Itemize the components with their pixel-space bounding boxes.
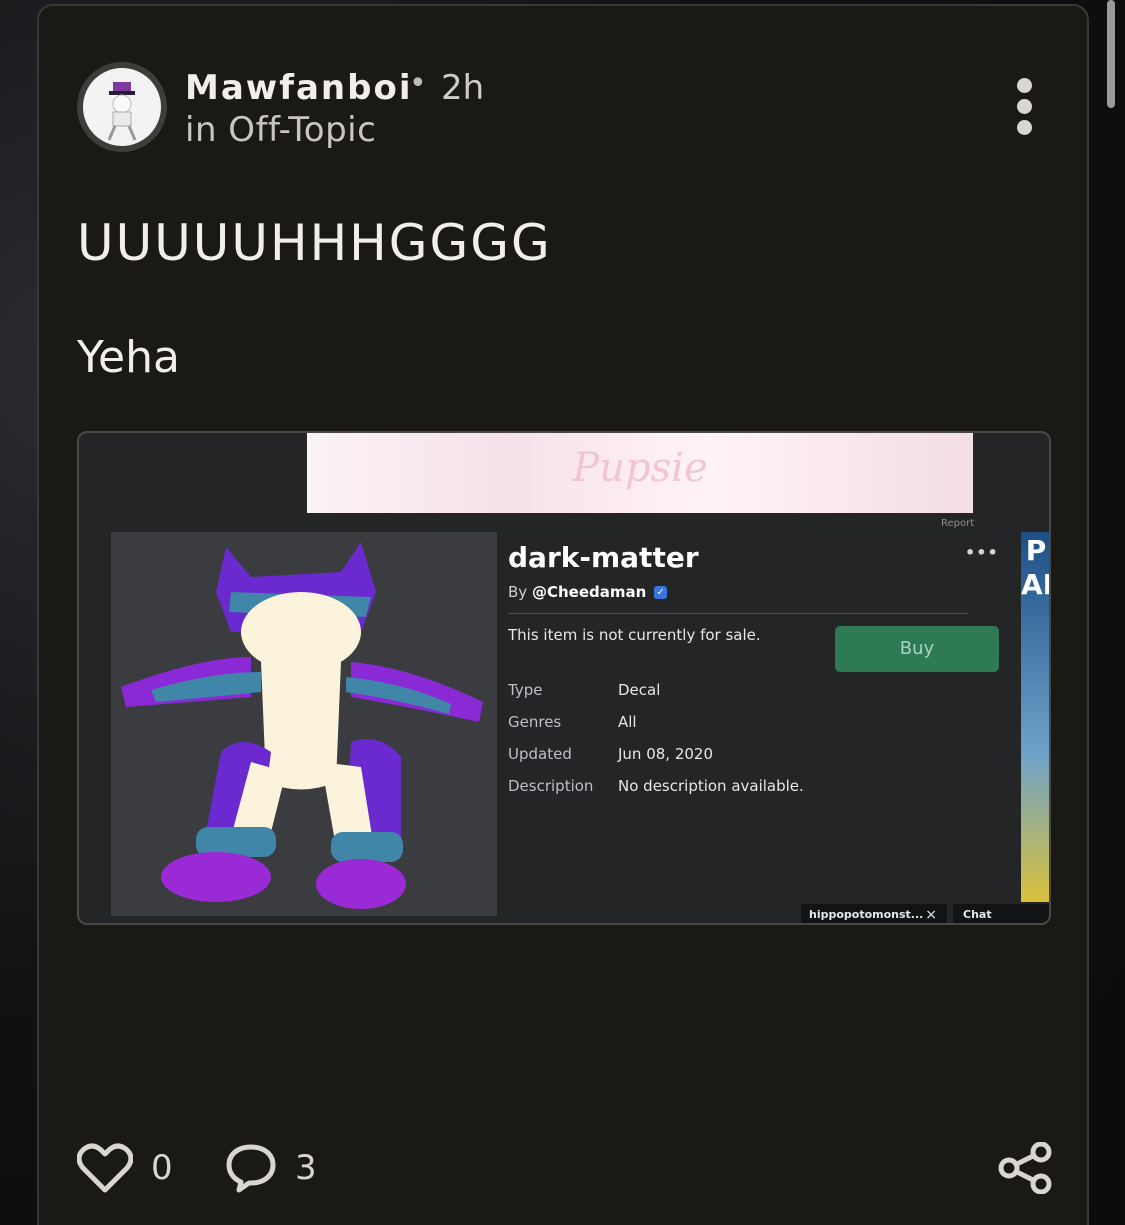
side-ad-strip: P AI <box>1021 532 1051 902</box>
detail-value: No description available. <box>618 777 804 795</box>
detail-value: Jun 08, 2020 <box>618 745 714 763</box>
share-icon <box>998 1142 1052 1194</box>
detail-key: Description <box>508 777 594 795</box>
report-link: Report <box>941 518 975 529</box>
detail-value: All <box>618 713 637 731</box>
avatar-image <box>83 68 161 146</box>
detail-row: Updated Jun 08, 2020 <box>508 745 804 777</box>
post-title: UUUUUHHHGGGG <box>77 214 552 272</box>
detail-key: Genres <box>508 713 562 731</box>
comment-bubble-icon <box>226 1144 276 1193</box>
embedded-screenshot[interactable]: Pupsie Report dark-matter ••• By @Cheeda… <box>77 431 1051 925</box>
detail-row: Description No description available. <box>508 777 804 809</box>
divider <box>508 613 968 614</box>
post-time: 2h <box>441 68 485 108</box>
share-button[interactable] <box>997 1142 1053 1194</box>
comment-count: 3 <box>295 1148 317 1188</box>
avatar-character-icon <box>107 82 137 141</box>
item-title: dark-matter <box>508 541 699 574</box>
like-count: 0 <box>151 1148 173 1188</box>
post-category[interactable]: in Off-Topic <box>185 110 376 150</box>
close-icon[interactable]: × <box>925 904 937 923</box>
verified-badge-icon: ✓ <box>654 586 668 599</box>
detail-row: Type Decal <box>508 681 804 713</box>
item-more-icon[interactable]: ••• <box>965 543 999 562</box>
post-author[interactable]: Mawfanboi <box>185 68 412 108</box>
detail-key: Updated <box>508 745 572 763</box>
item-details: Type Decal Genres All Updated Jun 08, 20… <box>508 681 804 809</box>
side-ad-text: P AI <box>1021 534 1051 601</box>
buy-button[interactable]: Buy <box>835 626 999 672</box>
more-vertical-icon[interactable] <box>1011 78 1037 138</box>
meta-separator: • <box>409 66 427 101</box>
ad-banner: Pupsie <box>307 433 973 513</box>
item-thumbnail <box>111 532 497 916</box>
chat-tab[interactable]: Chat <box>953 904 1049 923</box>
chat-tab-user-label: hippopotomonst... <box>809 908 924 921</box>
detail-row: Genres All <box>508 713 804 745</box>
heart-icon <box>77 1143 133 1193</box>
comment-button[interactable]: 3 <box>225 1142 317 1194</box>
avatar[interactable] <box>77 62 167 152</box>
like-button[interactable]: 0 <box>77 1142 173 1194</box>
post-body: Yeha <box>77 332 180 383</box>
sale-status: This item is not currently for sale. <box>508 626 761 644</box>
scrollbar[interactable] <box>1107 0 1115 108</box>
detail-key: Type <box>508 681 543 699</box>
creator-link[interactable]: @Cheedaman <box>532 583 646 601</box>
dark-matter-figure-image <box>121 542 483 909</box>
chat-tab-user[interactable]: hippopotomonst... × <box>801 904 947 923</box>
detail-value: Decal <box>618 681 661 699</box>
post-card: Mawfanboi • 2h in Off-Topic UUUUUHHHGGGG… <box>37 4 1089 1225</box>
banner-logo-text: Pupsie <box>572 445 708 491</box>
by-prefix: By <box>508 583 528 601</box>
item-byline: By @Cheedaman ✓ <box>508 583 668 601</box>
